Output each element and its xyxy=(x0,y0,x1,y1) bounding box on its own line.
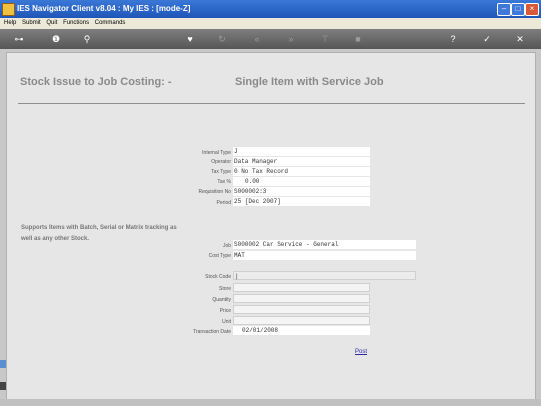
status-bar xyxy=(0,399,541,406)
refresh-icon[interactable]: ↻ xyxy=(215,33,229,45)
rewind-icon[interactable]: « xyxy=(250,33,264,45)
menu-submit[interactable]: Submit xyxy=(22,20,41,26)
period-label: Period xyxy=(216,200,231,206)
quantity-label: Quantity xyxy=(212,297,231,303)
close-icon[interactable]: ✕ xyxy=(513,33,527,45)
cost-type-label: Cost Type xyxy=(208,253,231,259)
stock-code-input[interactable]: | xyxy=(233,271,416,280)
stock-code-label: Stock Code xyxy=(205,274,231,280)
requisition-no-value: S000002:3 xyxy=(233,187,370,196)
title-divider xyxy=(18,103,525,104)
main-content: Stock Issue to Job Costing: - Single Ite… xyxy=(6,52,536,400)
tracking-note: Supports Items with Batch, Serial or Mat… xyxy=(21,225,177,242)
menu-functions[interactable]: Functions xyxy=(63,20,89,26)
tax-type-value: 0 No Tax Record xyxy=(233,167,370,176)
minimize-button[interactable]: – xyxy=(497,3,511,16)
post-link[interactable]: Post xyxy=(355,349,367,355)
tree-icon[interactable]: ⊤ xyxy=(318,33,332,45)
menu-bar: Help Submit Quit Functions Commands xyxy=(0,18,541,29)
search-icon[interactable]: ⚲ xyxy=(80,33,94,45)
tax-type-label: Tax Type xyxy=(211,169,231,175)
help-icon[interactable]: ? xyxy=(446,33,460,45)
toolbar: ⊶ ❶ ⚲ ♥ ↻ « » ⊤ ■ ? ✓ ✕ xyxy=(0,29,541,49)
fast-forward-icon[interactable]: » xyxy=(284,33,298,45)
transaction-date-input[interactable]: 02/01/2008 xyxy=(233,326,370,335)
operator-label: Operator xyxy=(211,159,231,165)
job-value: S000002 Car Service - General xyxy=(233,240,416,249)
menu-quit[interactable]: Quit xyxy=(46,20,57,26)
internal-type-label: Internal Type xyxy=(202,150,231,156)
tax-pct-label: Tax % xyxy=(217,179,231,185)
requisition-no-label: Requisition No xyxy=(198,189,231,195)
cost-type-value: MAT xyxy=(233,251,416,260)
job-label: Job xyxy=(222,243,231,249)
close-button[interactable]: × xyxy=(525,3,539,16)
price-input[interactable] xyxy=(233,305,370,314)
quantity-input[interactable] xyxy=(233,294,370,303)
tax-pct-value: 0.00 xyxy=(233,177,370,186)
menu-commands[interactable]: Commands xyxy=(95,20,126,26)
price-label: Price xyxy=(219,308,231,314)
operator-value: Data Manager xyxy=(233,157,370,166)
title-bar: IES Navigator Client v8.04 : My IES : [m… xyxy=(0,0,541,18)
page-title-right: Single Item with Service Job xyxy=(235,76,384,88)
stop-icon[interactable]: ■ xyxy=(351,33,365,45)
key-icon[interactable]: ⊶ xyxy=(6,33,32,45)
page-title-left: Stock Issue to Job Costing: - xyxy=(20,76,172,88)
info-icon[interactable]: ❶ xyxy=(49,33,63,45)
app-window: IES Navigator Client v8.04 : My IES : [m… xyxy=(0,0,541,406)
menu-help[interactable]: Help xyxy=(4,20,16,26)
period-value: 25 [Dec 2007] xyxy=(233,197,370,206)
internal-type-value: J xyxy=(233,147,370,156)
app-icon xyxy=(2,3,15,16)
unit-label: Unit xyxy=(222,319,231,325)
unit-input[interactable] xyxy=(233,316,370,325)
store-input[interactable] xyxy=(233,283,370,292)
store-label: Store xyxy=(219,286,231,292)
heart-icon[interactable]: ♥ xyxy=(183,33,197,45)
window-title: IES Navigator Client v8.04 : My IES : [m… xyxy=(17,4,191,13)
maximize-button[interactable]: □ xyxy=(511,3,525,16)
transaction-date-label: Transaction Date xyxy=(193,329,231,335)
check-icon[interactable]: ✓ xyxy=(480,33,494,45)
